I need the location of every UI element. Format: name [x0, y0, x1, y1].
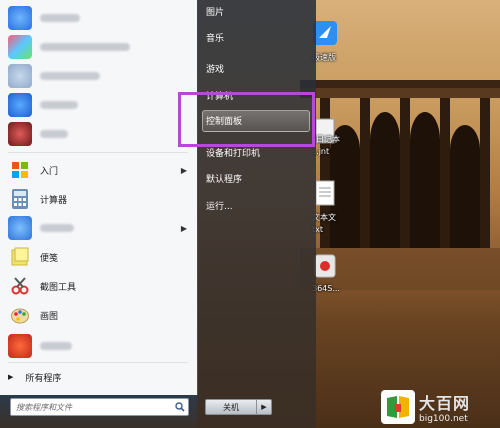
annotation-highlight-box: [178, 92, 315, 147]
program-label-blurred: [40, 72, 100, 80]
program-label: 画图: [40, 311, 59, 322]
watermark-url: big100.net: [419, 414, 468, 424]
program-label: 计算器: [40, 195, 68, 206]
program-label: 入门: [40, 166, 59, 177]
watermark-name: 大百网: [419, 394, 471, 413]
program-item-5[interactable]: [4, 120, 193, 148]
desktop-icon-2[interactable]: 日记本 s.jnt: [312, 118, 340, 156]
program-item-3[interactable]: [4, 62, 193, 90]
snipping-tool-icon: [8, 274, 32, 298]
blurred-app-icon-2: [8, 35, 32, 59]
shutdown-button[interactable]: 关机: [205, 399, 257, 415]
play-arrow-icon: ▶: [8, 373, 14, 381]
program-item-snipping-tool[interactable]: 截图工具: [4, 272, 193, 300]
places-item-music[interactable]: 音乐: [206, 28, 224, 46]
program-label-blurred: [40, 101, 78, 109]
program-label-blurred: [40, 43, 130, 51]
search-input[interactable]: 搜索程序和文件: [16, 402, 172, 413]
places-label: 图片: [206, 7, 225, 18]
start-menu: 入门 ▶ 计算器 ▶ 便笺 截图工具 画图 ▶ 所有程序 搜索程序和文件 图片 …: [0, 0, 316, 428]
program-item-2[interactable]: [4, 33, 193, 61]
search-icon[interactable]: [172, 400, 188, 414]
places-label: 音乐: [206, 33, 225, 44]
blurred-app-icon-1: [8, 6, 32, 30]
blurred-app-icon-4: [8, 93, 32, 117]
menu-separator: [8, 152, 188, 153]
program-label-blurred: [40, 14, 80, 22]
watermark-logo: 大百网 big100.net: [381, 386, 500, 428]
program-label: 截图工具: [40, 282, 77, 293]
submenu-arrow-icon: ▶: [180, 223, 187, 233]
blurred-app-icon-7: [8, 334, 32, 358]
all-programs-button[interactable]: ▶ 所有程序: [8, 368, 193, 386]
program-item-7[interactable]: [4, 332, 193, 360]
program-item-getting-started[interactable]: 入门 ▶: [4, 156, 193, 184]
program-item-calculator[interactable]: 计算器: [4, 185, 193, 213]
program-item-6[interactable]: ▶: [4, 214, 193, 242]
places-item-run[interactable]: 运行...: [206, 196, 233, 214]
program-label-blurred: [40, 130, 68, 138]
search-box[interactable]: 搜索程序和文件: [10, 398, 189, 416]
places-label: 游戏: [206, 64, 225, 75]
paint-icon: [8, 303, 32, 327]
submenu-arrow-icon: ▶: [180, 165, 187, 175]
program-item-sticky-notes[interactable]: 便笺: [4, 243, 193, 271]
shutdown-control: 关机 ▶: [205, 399, 273, 415]
places-label: 设备和打印机: [206, 148, 261, 159]
places-item-games[interactable]: 游戏: [206, 59, 224, 77]
getting-started-icon: [8, 158, 32, 182]
watermark-logo-mark: [381, 390, 415, 424]
program-label-blurred: [40, 342, 72, 350]
program-item-4[interactable]: [4, 91, 193, 119]
program-label: 便笺: [40, 253, 59, 264]
shutdown-options-arrow-icon[interactable]: ▶: [257, 399, 272, 415]
menu-separator: [8, 362, 188, 363]
program-item-paint[interactable]: 画图: [4, 301, 193, 329]
blurred-app-icon-5: [8, 122, 32, 146]
places-item-pictures[interactable]: 图片: [206, 2, 224, 20]
blurred-app-icon-6: [8, 216, 32, 240]
desktop-icon-label: 日记本: [316, 135, 340, 144]
desktop-icon-4[interactable]: 364S...: [312, 252, 340, 293]
program-label-blurred: [40, 224, 74, 232]
program-item-1[interactable]: [4, 4, 193, 32]
places-label: 运行...: [206, 201, 233, 212]
sticky-notes-icon: [8, 245, 32, 269]
desktop-icon-label: 364S...: [312, 284, 340, 293]
all-programs-label: 所有程序: [25, 373, 62, 384]
places-label: 默认程序: [206, 174, 243, 185]
blurred-app-icon-3: [8, 64, 32, 88]
calculator-icon: [8, 187, 32, 211]
places-item-default-programs[interactable]: 默认程序: [206, 169, 242, 187]
